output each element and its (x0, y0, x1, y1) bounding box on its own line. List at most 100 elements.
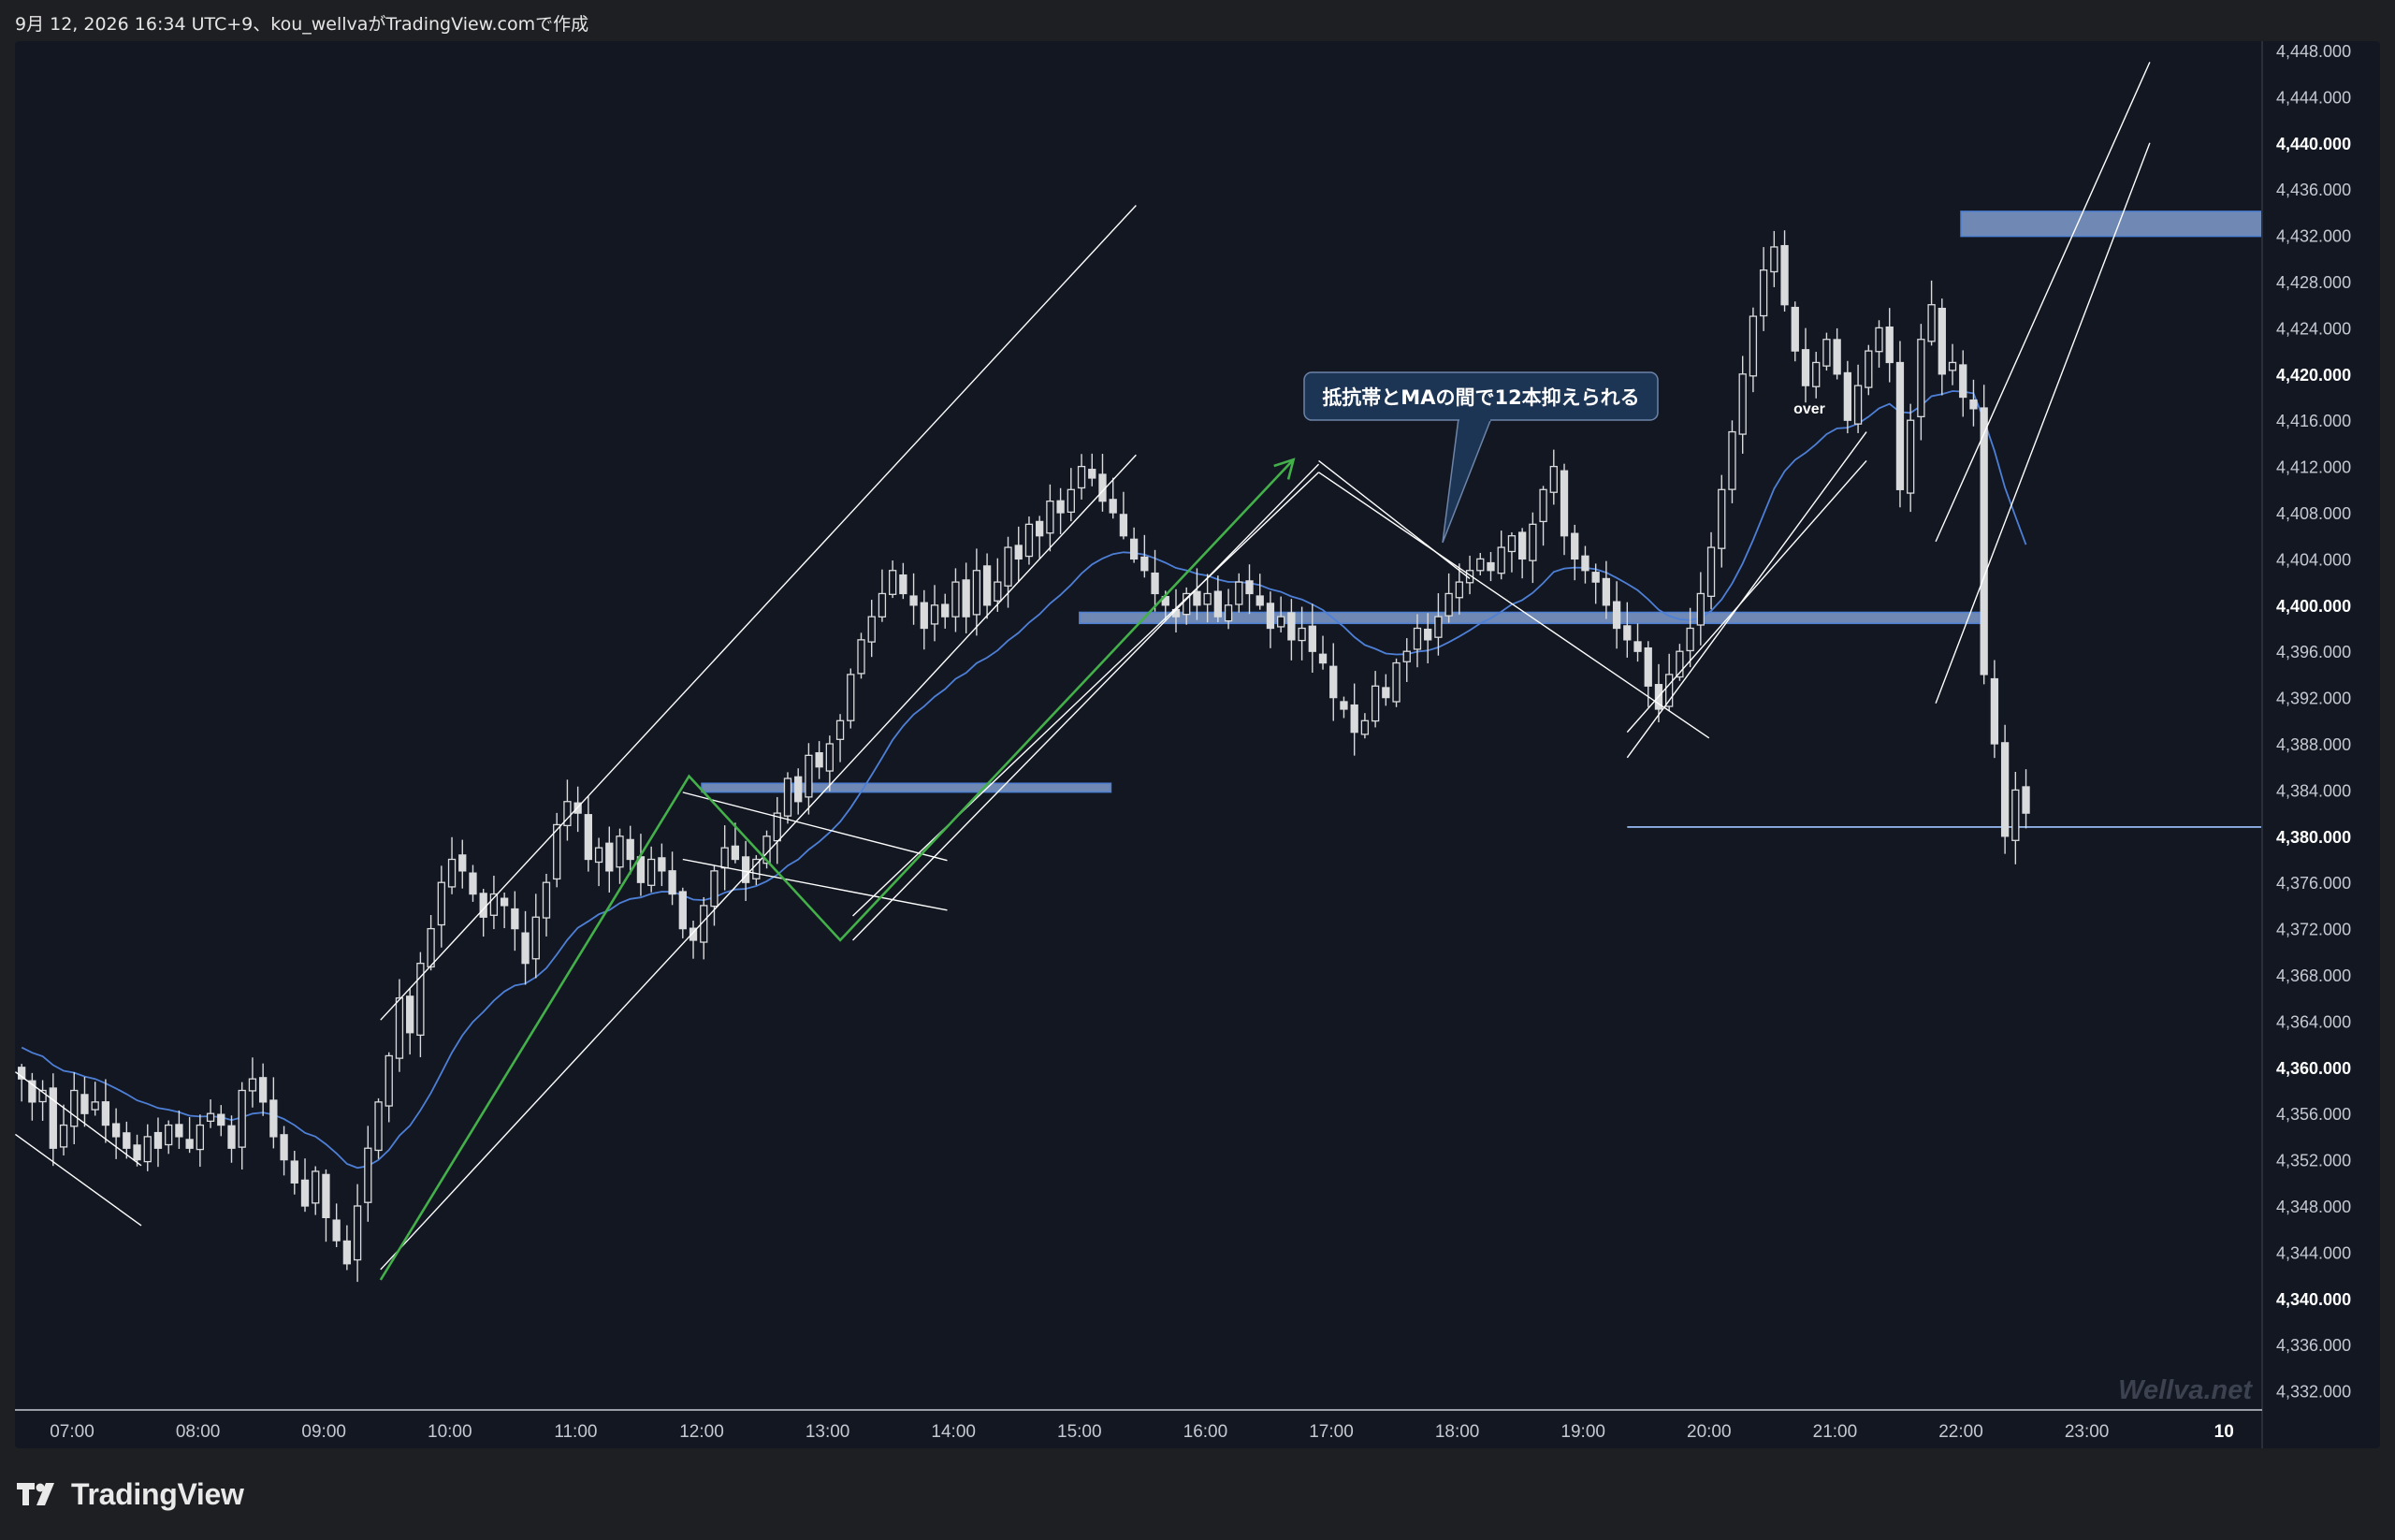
candle (930, 585, 939, 642)
price-tick-label: 4,340.000 (2276, 1290, 2351, 1309)
candle-body (731, 845, 740, 861)
tradingview-logo[interactable]: TradingView (17, 1476, 244, 1512)
candle-body (857, 639, 865, 675)
candle (531, 893, 540, 979)
candle (1256, 574, 1264, 610)
candle-body (1360, 719, 1370, 735)
candle-body (70, 1089, 79, 1127)
candle (605, 826, 614, 893)
candle (805, 743, 813, 815)
trendline (15, 1071, 142, 1167)
candle-body (143, 1136, 152, 1163)
candle-body (49, 1087, 57, 1149)
time-tick-label: 08:00 (176, 1422, 221, 1442)
candle (1560, 463, 1569, 556)
candle (300, 1158, 310, 1213)
time-tick-label: 09:00 (301, 1422, 346, 1442)
candle-body (1517, 531, 1527, 560)
price-tick-label: 4,392.000 (2276, 690, 2351, 708)
candle-body (123, 1132, 131, 1149)
candle (1602, 560, 1611, 619)
price-tick-label: 4,444.000 (2276, 88, 2351, 107)
candle (2011, 771, 2020, 864)
candle-body (1088, 469, 1096, 479)
candle-body (153, 1131, 163, 1149)
price-tick-label: 4,428.000 (2276, 273, 2351, 292)
chart-pane[interactable]: 抵抗帯とMAの間で12本抑えられる over Wellva.net 4,448.… (15, 41, 2380, 1448)
candle (1129, 527, 1139, 563)
time-tick-label: 20:00 (1687, 1422, 1732, 1442)
candle (1907, 403, 1915, 513)
candle (511, 891, 519, 952)
candle-body (111, 1123, 121, 1138)
candle (1581, 545, 1589, 584)
candle-body (1014, 545, 1023, 560)
candle (594, 837, 603, 887)
candle-body (322, 1173, 330, 1218)
candle-body (626, 838, 634, 861)
candle (878, 569, 887, 622)
time-tick-label: 15:00 (1057, 1422, 1102, 1442)
candle (416, 952, 425, 1057)
price-tick-label: 4,408.000 (2276, 504, 2351, 523)
candle-body (584, 814, 593, 861)
candle-body (951, 581, 960, 617)
candle (815, 741, 823, 779)
candle-body (1822, 339, 1831, 367)
candle-body (825, 743, 834, 772)
candle (783, 772, 792, 824)
candle-body (1455, 581, 1463, 599)
candle (972, 548, 981, 636)
price-axis[interactable]: 4,448.000 4,444.000 4,440.000 4,436.000 4,43… (2276, 42, 2351, 1402)
candle (312, 1166, 320, 1215)
candle-body (437, 881, 445, 926)
candle (395, 979, 404, 1072)
candle-body (469, 872, 477, 895)
price-tick-label: 4,372.000 (2276, 921, 2351, 939)
candle-body (1213, 590, 1223, 617)
candle (1329, 643, 1338, 721)
trendline (1626, 431, 1867, 759)
candle-body (1875, 327, 1883, 353)
price-tick-label: 4,432.000 (2276, 227, 2351, 246)
price-tick-label: 4,352.000 (2276, 1152, 2351, 1170)
time-axis[interactable]: 07:00 08:00 09:00 10:00 11:00 12:00 13:00 14:00… (50, 1422, 2234, 1442)
candle-body (1612, 601, 1621, 630)
candle-body (1308, 625, 1316, 652)
candle-body (185, 1139, 194, 1149)
candle-body (1549, 465, 1558, 493)
candle-body (888, 570, 897, 595)
candlestick-chart[interactable]: 抵抗帯とMAの間で12本抑えられる over Wellva.net 4,448.… (15, 41, 2380, 1448)
trendlines (15, 62, 2151, 1271)
candle (1833, 327, 1841, 380)
tradingview-logo-text: TradingView (71, 1476, 244, 1511)
candle-body (1245, 580, 1254, 595)
time-tick-label: 23:00 (2065, 1422, 2110, 1442)
candle-body (1865, 350, 1873, 388)
candle (689, 920, 698, 959)
candle (185, 1117, 194, 1154)
time-tick-label: 21:00 (1813, 1422, 1858, 1442)
candle-body (678, 891, 687, 930)
candle-body (133, 1144, 141, 1161)
price-tick-label: 4,360.000 (2276, 1059, 2351, 1078)
candle (563, 779, 572, 841)
candle-body (479, 893, 487, 918)
candle-body (1497, 546, 1505, 574)
candle-body (1507, 535, 1517, 553)
candle-body (1424, 628, 1432, 641)
candle (1822, 332, 1831, 371)
candle (38, 1080, 47, 1121)
price-tick-label: 4,412.000 (2276, 458, 2351, 477)
candle-body (1193, 590, 1201, 606)
trendline (15, 1133, 142, 1227)
candle-body (1256, 595, 1264, 606)
candle (469, 864, 477, 902)
candle (111, 1108, 121, 1159)
candle (710, 865, 718, 926)
candle-body (280, 1134, 288, 1161)
candle (1213, 575, 1223, 623)
candle-body (1791, 306, 1799, 352)
candle (1036, 516, 1044, 559)
candle (280, 1126, 288, 1176)
